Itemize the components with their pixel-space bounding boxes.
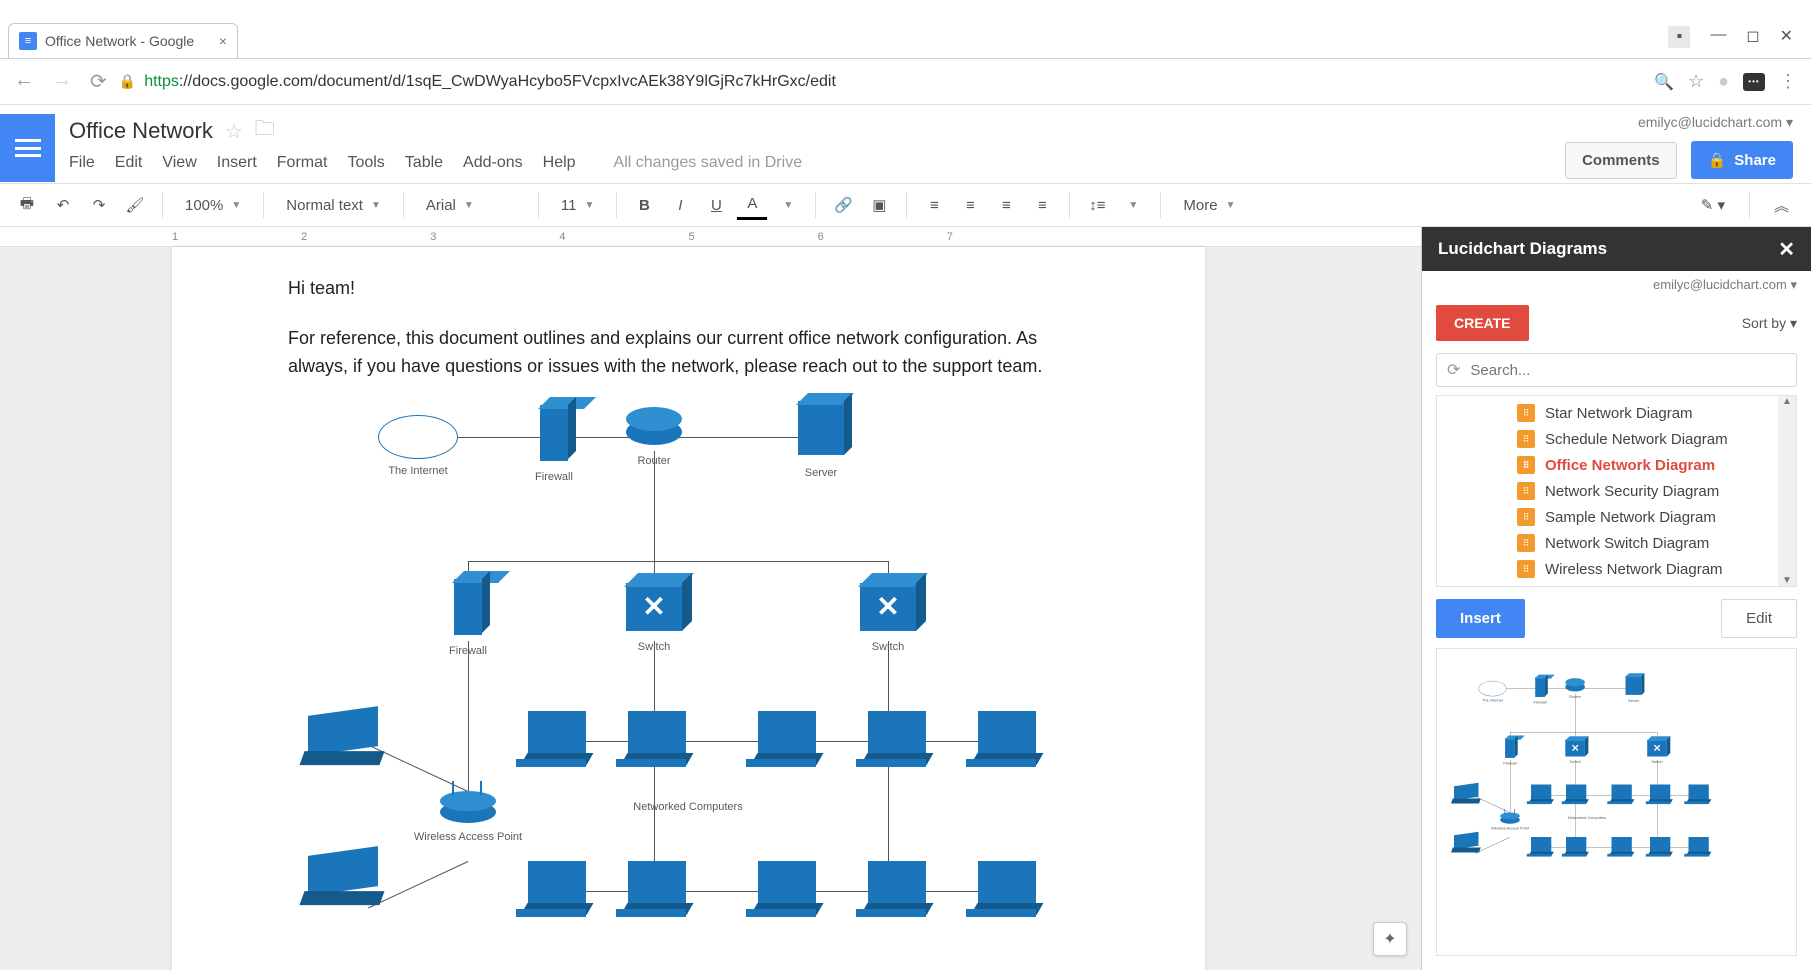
window-controls: ▪ — ◻ ✕ [1668, 26, 1811, 58]
undo-icon[interactable]: ↶ [48, 190, 78, 220]
text-color-caret[interactable]: ▼ [773, 190, 803, 220]
lock-icon: 🔒 [1708, 151, 1727, 169]
paragraph[interactable]: For reference, this document outlines an… [288, 325, 1089, 381]
font-select[interactable]: Arial▼ [416, 197, 526, 214]
sidebar-header: Lucidchart Diagrams ✕ [1422, 227, 1811, 271]
docs-favicon: ≡ [19, 32, 37, 50]
sortby-select[interactable]: Sort by ▾ [1742, 315, 1797, 332]
line-spacing-caret[interactable]: ▼ [1118, 190, 1148, 220]
list-item[interactable]: ⠿Network Security Diagram [1437, 478, 1796, 504]
menu-file[interactable]: File [69, 154, 95, 172]
diagram-list: ⠿Star Network Diagram ⠿Schedule Network … [1436, 395, 1797, 587]
folder-icon[interactable]: 🗀 [255, 114, 275, 148]
network-diagram-image[interactable]: The Internet Firewall Router Server Fire… [288, 401, 1088, 941]
lucidchart-sidebar: Lucidchart Diagrams ✕ emilyc@lucidchart.… [1421, 227, 1811, 970]
list-item[interactable]: ⠿Wireless Network Diagram [1437, 556, 1796, 582]
underline-icon[interactable]: U [701, 190, 731, 220]
search-in-page-icon[interactable]: 🔍 [1654, 72, 1674, 92]
bookmark-icon[interactable]: ☆ [1688, 71, 1704, 92]
menu-view[interactable]: View [162, 154, 196, 172]
sidebar-user-email[interactable]: emilyc@lucidchart.com ▾ [1422, 271, 1811, 299]
workspace: 1234567 Hi team! For reference, this doc… [0, 227, 1811, 970]
tab-title: Office Network - Google [45, 33, 194, 49]
print-icon[interactable]: 🖶 [12, 190, 42, 220]
extension-icon[interactable]: ••• [1743, 73, 1765, 91]
comments-button[interactable]: Comments [1565, 142, 1677, 179]
lock-icon: 🔒 [119, 73, 136, 90]
network-diagram-image[interactable]: The Internet Firewall Router Server Fire… [1447, 676, 1727, 865]
share-button[interactable]: 🔒 Share [1691, 141, 1793, 179]
edit-button[interactable]: Edit [1721, 599, 1797, 638]
redo-icon[interactable]: ↷ [84, 190, 114, 220]
address-bar: ← → ⟳ 🔒 https://docs.google.com/document… [0, 59, 1811, 105]
explore-button[interactable]: ✦ [1373, 922, 1407, 956]
reload-icon[interactable]: ⟳ [90, 69, 107, 94]
list-item[interactable]: ⠿Sample Network Diagram [1437, 504, 1796, 530]
menu-tools[interactable]: Tools [347, 154, 384, 172]
extension-dot-icon[interactable]: ● [1718, 71, 1729, 92]
star-icon[interactable]: ☆ [225, 119, 243, 144]
font-size-select[interactable]: 11▼ [551, 197, 604, 214]
tab-close-icon[interactable]: × [219, 33, 227, 49]
forward-icon[interactable]: → [52, 69, 72, 94]
insert-button[interactable]: Insert [1436, 599, 1525, 638]
diagram-preview[interactable]: The Internet Firewall Router Server Fire… [1436, 648, 1797, 956]
list-item[interactable]: ⠿Star Network Diagram [1437, 400, 1796, 426]
toolbar: 🖶 ↶ ↷ 🖌 100%▼ Normal text▼ Arial▼ 11▼ B … [0, 183, 1811, 227]
zoom-select[interactable]: 100%▼ [175, 197, 251, 214]
doc-title[interactable]: Office Network [69, 118, 213, 144]
document-page[interactable]: Hi team! For reference, this document ou… [172, 247, 1205, 970]
save-status: All changes saved in Drive [614, 154, 803, 172]
menu-edit[interactable]: Edit [115, 154, 143, 172]
close-sidebar-icon[interactable]: ✕ [1778, 237, 1795, 262]
list-item[interactable]: ⠿Schedule Network Diagram [1437, 426, 1796, 452]
paint-format-icon[interactable]: 🖌 [120, 190, 150, 220]
insert-link-icon[interactable]: 🔗 [828, 190, 858, 220]
horizontal-ruler[interactable]: 1234567 [0, 227, 1421, 247]
close-window-icon[interactable]: ✕ [1780, 26, 1793, 48]
minimize-icon[interactable]: — [1710, 26, 1726, 48]
align-left-icon[interactable]: ≡ [919, 190, 949, 220]
menu-help[interactable]: Help [543, 154, 576, 172]
refresh-icon[interactable]: ⟳ [1447, 360, 1460, 380]
menu-table[interactable]: Table [405, 154, 443, 172]
account-icon[interactable]: ▪ [1668, 26, 1690, 48]
collapse-toolbar-icon[interactable]: ︽ [1774, 195, 1789, 216]
insert-comment-icon[interactable]: ▣ [864, 190, 894, 220]
align-right-icon[interactable]: ≡ [991, 190, 1021, 220]
back-icon[interactable]: ← [14, 69, 34, 94]
more-toolbar[interactable]: More▼ [1173, 197, 1245, 214]
menu-format[interactable]: Format [277, 154, 328, 172]
browser-tab-strip: ≡ Office Network - Google × ▪ — ◻ ✕ [0, 0, 1811, 59]
align-center-icon[interactable]: ≡ [955, 190, 985, 220]
create-button[interactable]: CREATE [1436, 305, 1529, 341]
docs-logo[interactable] [0, 114, 55, 182]
editing-mode-icon[interactable]: ✎ ▾ [1701, 196, 1725, 214]
menu-bar: File Edit View Insert Format Tools Table… [69, 154, 1565, 172]
align-justify-icon[interactable]: ≡ [1027, 190, 1057, 220]
search-input[interactable]: ⟳ [1436, 353, 1797, 387]
bold-icon[interactable]: B [629, 190, 659, 220]
list-item[interactable]: ⠿Network Switch Diagram [1437, 530, 1796, 556]
menu-addons[interactable]: Add-ons [463, 154, 523, 172]
menu-insert[interactable]: Insert [217, 154, 257, 172]
docs-header: Office Network ☆ 🗀 File Edit View Insert… [0, 105, 1811, 183]
text-color-icon[interactable]: A [737, 190, 767, 220]
list-scrollbar[interactable]: ▲▼ [1778, 396, 1796, 586]
url-field[interactable]: 🔒 https://docs.google.com/document/d/1sq… [119, 73, 1642, 91]
paragraph-style-select[interactable]: Normal text▼ [276, 197, 391, 214]
line-spacing-icon[interactable]: ↕≡ [1082, 190, 1112, 220]
italic-icon[interactable]: I [665, 190, 695, 220]
maximize-icon[interactable]: ◻ [1746, 26, 1759, 48]
user-email[interactable]: emilyc@lucidchart.com ▾ [1638, 114, 1793, 131]
paragraph[interactable]: Hi team! [288, 275, 1089, 303]
list-item-selected[interactable]: ⠿Office Network Diagram [1437, 452, 1796, 478]
chrome-menu-icon[interactable]: ⋮ [1779, 71, 1797, 92]
browser-tab[interactable]: ≡ Office Network - Google × [8, 23, 238, 58]
